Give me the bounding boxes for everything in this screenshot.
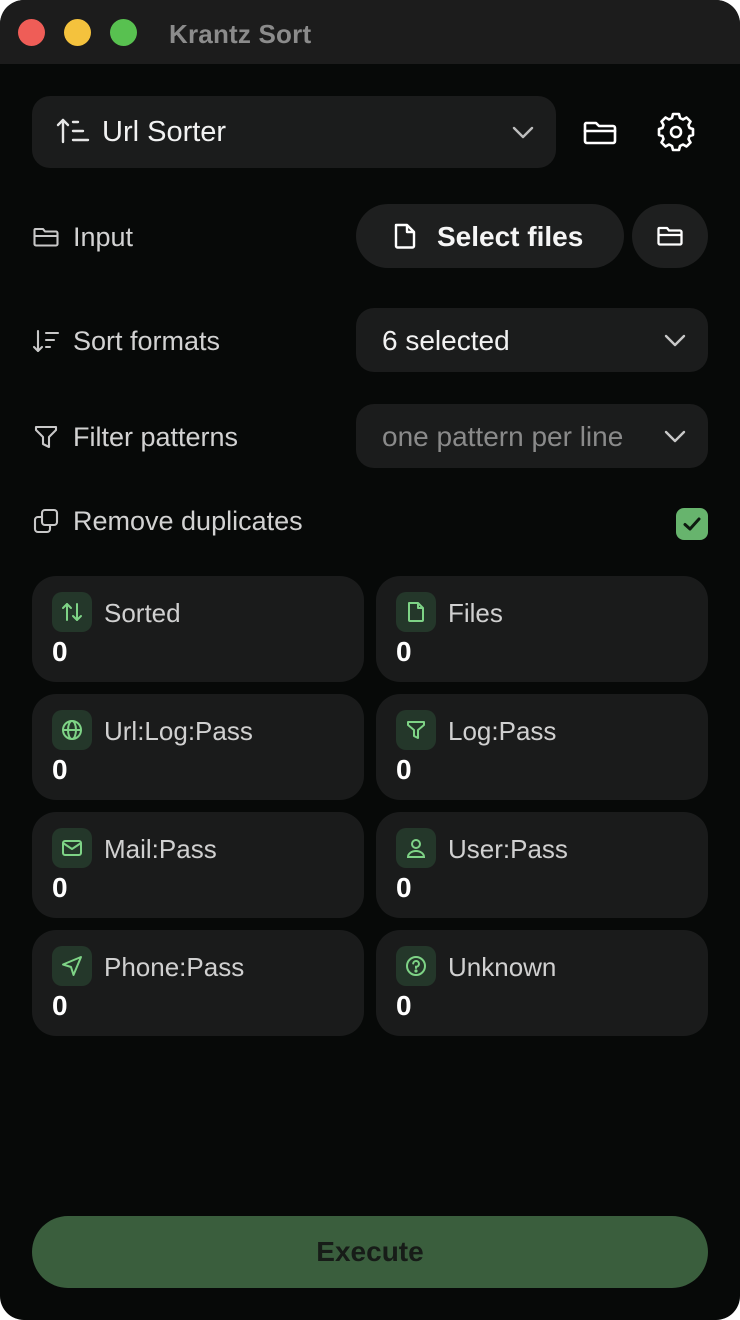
copy-icon [33, 508, 59, 534]
stat-card-log-pass: Log:Pass 0 [376, 694, 708, 800]
stat-value: 0 [52, 636, 68, 667]
globe-icon [62, 720, 82, 740]
mail-icon [62, 840, 82, 856]
sort-descending-icon [32, 329, 60, 353]
stat-label: Url:Log:Pass [104, 716, 253, 746]
stat-value: 0 [396, 754, 412, 785]
sort-ascending-icon [56, 118, 90, 144]
file-icon [408, 602, 424, 622]
close-window-button[interactable] [18, 19, 45, 46]
execute-label: Execute [316, 1236, 424, 1267]
settings-button[interactable] [652, 108, 700, 156]
stat-value: 0 [396, 872, 412, 903]
title-bar: Krantz Sort [0, 0, 740, 64]
mode-select-dropdown[interactable]: Url Sorter [32, 96, 556, 168]
chevron-down-icon [512, 126, 534, 139]
question-circle-icon [406, 956, 426, 976]
sort-formats-dropdown[interactable]: 6 selected [356, 308, 708, 372]
minimize-window-button[interactable] [64, 19, 91, 46]
remove-duplicates-row-label: Remove duplicates [32, 504, 303, 538]
stat-label: Files [448, 598, 503, 628]
chevron-down-icon [664, 334, 686, 347]
stat-card-sorted: Sorted 0 [32, 576, 364, 682]
filter-patterns-label: Filter patterns [73, 421, 239, 452]
send-icon [62, 956, 82, 976]
input-label: Input [73, 221, 134, 252]
checkmark-icon [683, 517, 701, 531]
filter-patterns-placeholder: one pattern per line [382, 421, 624, 452]
sort-formats-label: Sort formats [73, 325, 221, 356]
window-title: Krantz Sort [169, 19, 312, 49]
stat-label: Mail:Pass [104, 834, 217, 864]
stat-label: User:Pass [448, 834, 568, 864]
stat-value: 0 [396, 636, 412, 667]
filter-icon [407, 721, 425, 739]
folder-icon [583, 121, 617, 145]
stat-label: Log:Pass [448, 716, 557, 746]
app-window: Krantz Sort Url Sorter Input Select file… [0, 0, 740, 1320]
remove-duplicates-checkbox[interactable] [676, 508, 708, 540]
stat-label: Phone:Pass [104, 952, 245, 982]
maximize-window-button[interactable] [110, 19, 137, 46]
sort-formats-row-label: Sort formats [32, 324, 220, 358]
open-folder-button[interactable] [576, 108, 624, 156]
stat-card-user-pass: User:Pass 0 [376, 812, 708, 918]
filter-patterns-row-label: Filter patterns [32, 420, 238, 454]
file-icon [394, 223, 416, 249]
stat-label: Sorted [104, 598, 181, 628]
stat-label: Unknown [448, 952, 557, 982]
filter-patterns-input[interactable]: one pattern per line [356, 404, 708, 468]
input-row-label: Input [32, 220, 133, 254]
chevron-down-icon [664, 430, 686, 443]
stat-card-url-log-pass: Url:Log:Pass 0 [32, 694, 364, 800]
filter-icon [34, 425, 58, 449]
mode-select-label: Url Sorter [102, 116, 227, 148]
user-icon [406, 839, 426, 858]
stat-card-phone-pass: Phone:Pass 0 [32, 930, 364, 1036]
folder-icon [33, 227, 59, 247]
stat-value: 0 [52, 872, 68, 903]
folder-icon [657, 226, 683, 246]
stat-value: 0 [396, 990, 412, 1021]
remove-duplicates-label: Remove duplicates [73, 505, 303, 536]
gear-icon [657, 112, 695, 152]
stat-value: 0 [52, 990, 68, 1021]
select-folder-button[interactable] [632, 204, 708, 268]
sort-formats-value: 6 selected [382, 325, 510, 356]
select-files-label: Select files [437, 221, 584, 252]
stat-value: 0 [52, 754, 68, 785]
stat-card-unknown: Unknown 0 [376, 930, 708, 1036]
stat-card-files: Files 0 [376, 576, 708, 682]
execute-button[interactable]: Execute [32, 1216, 708, 1288]
arrows-up-down-icon [62, 603, 82, 621]
select-files-button[interactable]: Select files [356, 204, 624, 268]
stat-card-mail-pass: Mail:Pass 0 [32, 812, 364, 918]
